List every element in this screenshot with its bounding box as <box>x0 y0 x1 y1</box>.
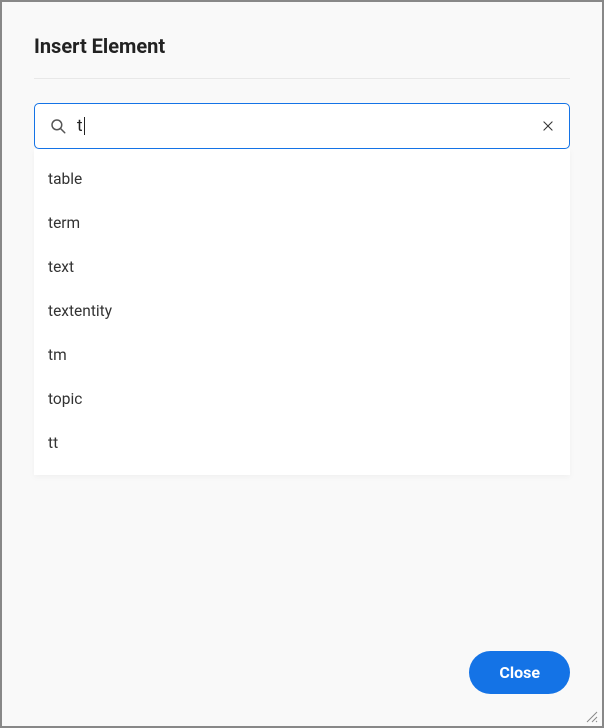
list-item[interactable]: tm <box>34 333 570 377</box>
list-item-label: textentity <box>48 302 112 320</box>
search-icon <box>49 117 67 135</box>
insert-element-dialog: Insert Element t table term text textent… <box>2 2 602 726</box>
dialog-footer: Close <box>34 627 570 694</box>
list-item-label: text <box>48 258 74 276</box>
list-item[interactable]: topic <box>34 377 570 421</box>
search-input-value: t <box>77 116 83 136</box>
divider <box>34 78 570 79</box>
search-input[interactable]: t <box>77 104 537 148</box>
search-field[interactable]: t <box>34 103 570 149</box>
list-item-label: term <box>48 214 80 232</box>
resize-grip-icon[interactable] <box>584 708 598 722</box>
list-item[interactable]: textentity <box>34 289 570 333</box>
list-item-label: topic <box>48 390 82 408</box>
dialog-title: Insert Element <box>34 34 570 58</box>
close-button[interactable]: Close <box>469 651 570 694</box>
results-list: table term text textentity tm topic tt <box>34 149 570 475</box>
list-item[interactable]: table <box>34 157 570 201</box>
list-item[interactable]: tt <box>34 421 570 465</box>
clear-icon[interactable] <box>537 115 559 137</box>
list-item[interactable]: text <box>34 245 570 289</box>
list-item-label: tm <box>48 346 67 364</box>
list-item-label: tt <box>48 434 58 452</box>
text-caret <box>84 117 85 135</box>
list-item[interactable]: term <box>34 201 570 245</box>
list-item-label: table <box>48 170 82 188</box>
